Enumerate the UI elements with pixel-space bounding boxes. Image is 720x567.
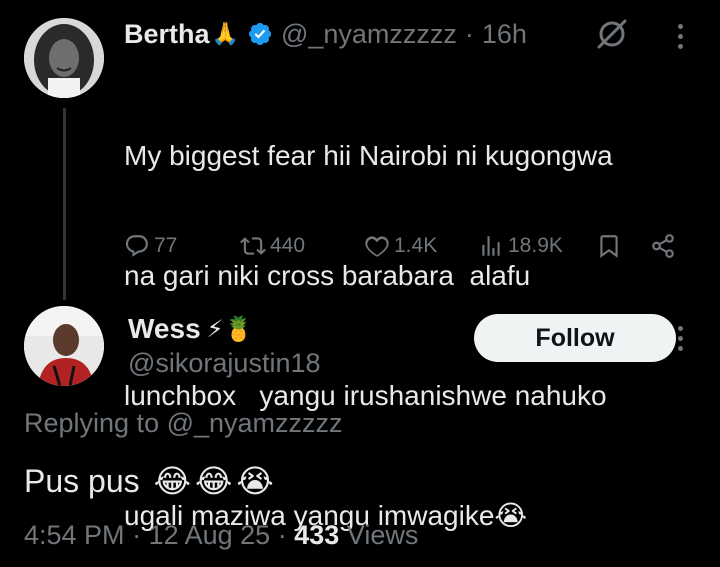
reply-button[interactable]: 77 (124, 228, 177, 264)
reply-text-body: Pus pus (24, 462, 140, 499)
reply-time[interactable]: 4:54 PM (24, 520, 125, 550)
reply-avatar-photo (24, 306, 104, 386)
parent-display-name[interactable]: Bertha (124, 19, 210, 50)
tweet-text-line: My biggest fear hii Nairobi ni kugongwa (124, 140, 613, 171)
verified-badge-icon[interactable] (247, 21, 273, 47)
reply-views-count: 433 (294, 520, 340, 550)
views-count: 18.9K (508, 234, 563, 257)
thread-connector-line (63, 108, 66, 300)
reply-views-label: Views (346, 520, 419, 550)
reply-name-emojis: ⚡🍍 (206, 315, 254, 343)
parent-handle[interactable]: @_nyamzzzzz (281, 19, 457, 50)
retweet-button[interactable]: 440 (240, 228, 305, 264)
reply-avatar[interactable] (24, 306, 104, 386)
like-button[interactable]: 1.4K (364, 228, 437, 264)
reply-display-name[interactable]: Wess (128, 313, 201, 345)
like-icon (365, 236, 389, 257)
reply-emoji: 😂 (153, 463, 192, 499)
reply-count: 77 (154, 234, 178, 257)
reply-icon (125, 235, 148, 257)
meta-separator: · (132, 520, 149, 550)
reply-handle[interactable]: @sikorajustin18 (128, 348, 321, 379)
follow-button[interactable]: Follow (474, 314, 676, 362)
reply-date[interactable]: 12 Aug 25 (149, 520, 271, 550)
parent-avatar[interactable] (24, 18, 104, 98)
parent-separator: · (464, 18, 474, 49)
like-count: 1.4K (394, 234, 438, 257)
retweet-count: 440 (270, 234, 306, 257)
replying-prefix: Replying to (24, 408, 167, 438)
retweet-icon (240, 237, 266, 255)
replying-handle-link[interactable]: @_nyamzzzzz (167, 408, 343, 438)
share-button[interactable] (650, 228, 676, 264)
bookmark-button[interactable] (596, 228, 622, 264)
parent-tweet-header: Bertha 🙏 @_nyamzzzzz · 16h (124, 14, 527, 54)
reply-tweet-text: Pus pus 😂 😂 😭 (24, 462, 274, 500)
views-icon (482, 236, 500, 256)
parent-avatar-photo (24, 18, 104, 98)
share-icon (652, 234, 674, 258)
parent-time[interactable]: 16h (482, 19, 527, 50)
reply-more-icon[interactable] (674, 326, 686, 351)
meta-separator: · (277, 520, 295, 550)
parent-action-bar: 77 440 1.4K 18.9K (124, 228, 684, 264)
reply-display-name-row: Wess ⚡🍍 (128, 313, 253, 345)
replying-to-line: Replying to @_nyamzzzzz (24, 408, 343, 439)
grok-icon[interactable] (594, 16, 630, 52)
views-button[interactable]: 18.9K (478, 228, 563, 264)
reply-meta-line: 4:54 PM · 12 Aug 25 · 433 Views (24, 520, 418, 551)
reply-emoji: 😭 (236, 463, 274, 499)
parent-name-emoji: 🙏 (211, 21, 239, 46)
parent-more-icon[interactable] (674, 24, 686, 49)
bookmark-icon (600, 235, 618, 258)
reply-emoji: 😂 (195, 463, 233, 499)
